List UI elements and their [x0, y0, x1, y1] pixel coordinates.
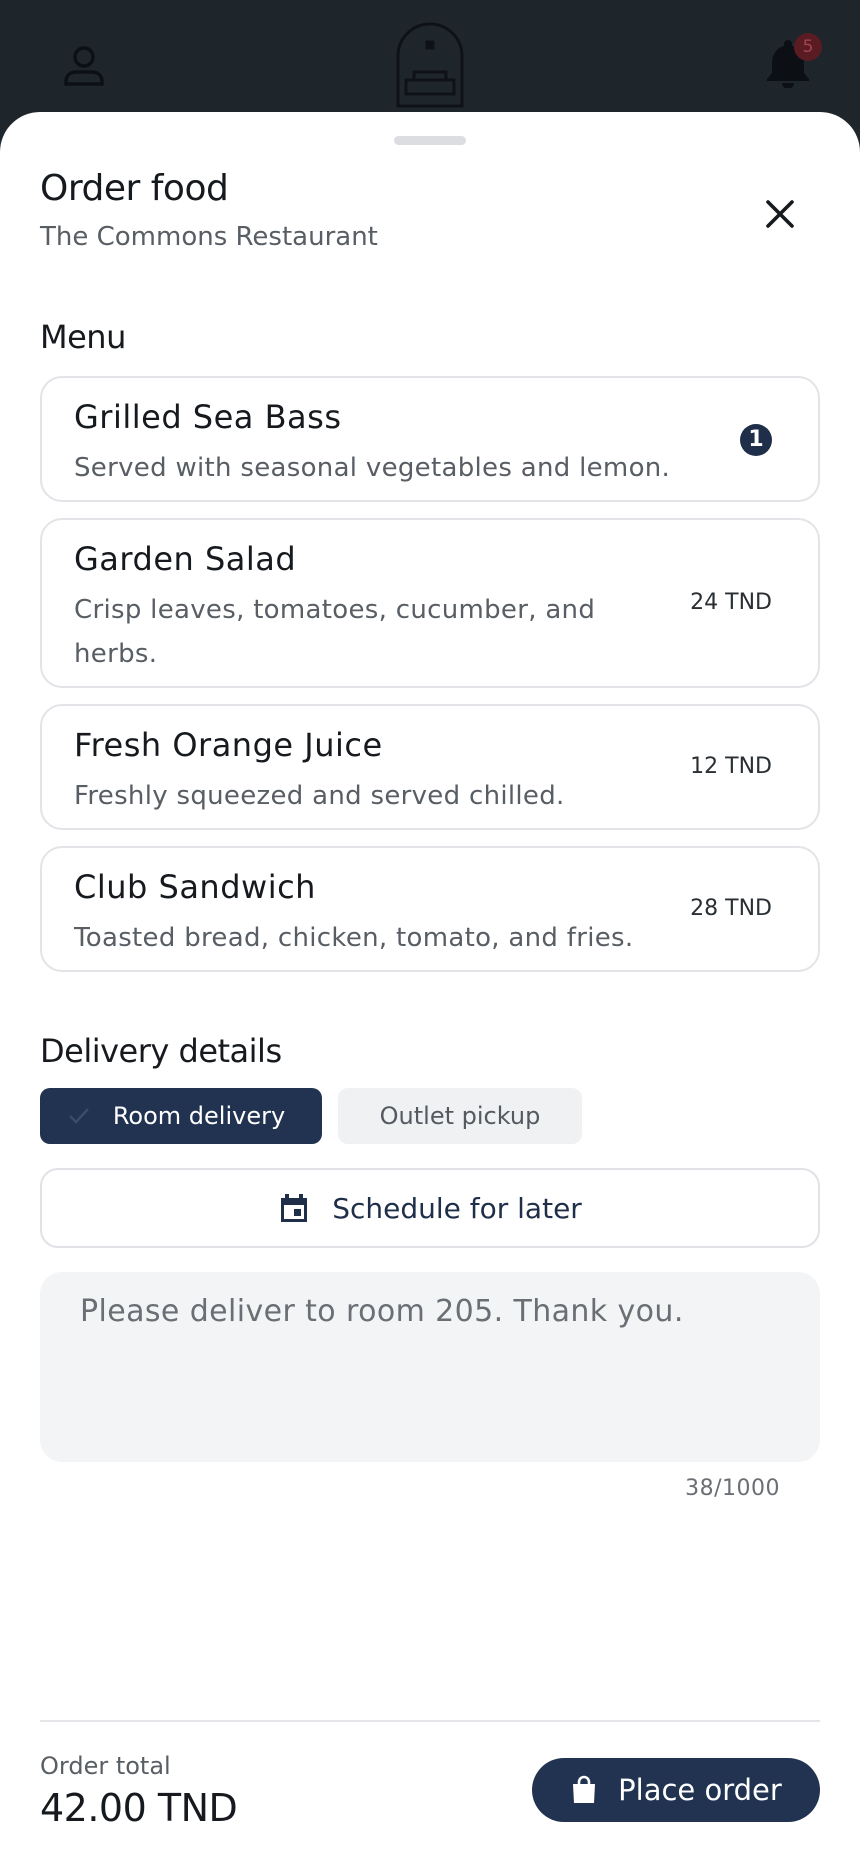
menu-item-price: 12 TND: [690, 754, 772, 779]
schedule-label: Schedule for later: [332, 1191, 582, 1225]
menu-item-price: 24 TND: [690, 590, 772, 615]
close-icon[interactable]: [758, 192, 802, 236]
menu-item-card[interactable]: Fresh Orange Juice Freshly squeezed and …: [40, 704, 820, 830]
footer-divider: [40, 1720, 820, 1722]
order-total-label: Order total: [40, 1752, 171, 1780]
notification-badge: 5: [794, 33, 822, 61]
sheet-title: Order food: [40, 168, 229, 209]
order-food-sheet: Order food The Commons Restaurant: [0, 112, 860, 1864]
user-icon[interactable]: [62, 44, 106, 88]
outlet-pickup-option[interactable]: Outlet pickup: [338, 1088, 582, 1144]
menu-item-description: Crisp leaves, tomatoes, cucumber, and he…: [74, 595, 596, 669]
menu-item-name: Fresh Orange Juice: [74, 726, 383, 764]
menu-item-name: Club Sandwich: [74, 868, 316, 906]
room-delivery-label: Room delivery: [112, 1102, 286, 1130]
place-order-label: Place order: [618, 1773, 782, 1807]
place-order-button[interactable]: Place order: [532, 1758, 820, 1822]
menu-item-description: Toasted bread, chicken, tomato, and frie…: [74, 923, 634, 953]
drag-handle[interactable]: [394, 136, 466, 145]
menu-item-description: Served with seasonal vegetables and lemo…: [74, 453, 671, 483]
menu-item-price: 28 TND: [690, 896, 772, 921]
menu-section-label: Menu: [40, 318, 126, 356]
order-total-value: 42.00 TND: [40, 1786, 238, 1830]
menu-item-card[interactable]: Garden Salad Crisp leaves, tomatoes, cuc…: [40, 518, 820, 688]
delivery-notes-input[interactable]: Please deliver to room 205. Thank you.: [40, 1272, 820, 1462]
menu-item-name: Grilled Sea Bass: [74, 398, 342, 436]
outlet-pickup-label: Outlet pickup: [379, 1102, 541, 1130]
check-icon: [69, 1108, 89, 1124]
calendar-icon: [281, 1194, 308, 1222]
hotel-logo-icon: [396, 22, 464, 108]
room-delivery-option[interactable]: Room delivery: [40, 1088, 322, 1144]
menu-item-name: Garden Salad: [74, 540, 297, 578]
menu-item-card[interactable]: Grilled Sea Bass Served with seasonal ve…: [40, 376, 820, 502]
restaurant-name: The Commons Restaurant: [40, 222, 378, 252]
notes-character-counter: 38/1000: [685, 1476, 780, 1501]
schedule-for-later-button[interactable]: Schedule for later: [40, 1168, 820, 1248]
menu-item-description: Freshly squeezed and served chilled.: [74, 781, 565, 811]
menu-item-card[interactable]: Club Sandwich Toasted bread, chicken, to…: [40, 846, 820, 972]
quantity-badge: 1: [740, 424, 772, 456]
shopping-bag-icon: [573, 1775, 596, 1803]
delivery-section-label: Delivery details: [40, 1032, 282, 1070]
app-header: 5: [0, 0, 860, 130]
